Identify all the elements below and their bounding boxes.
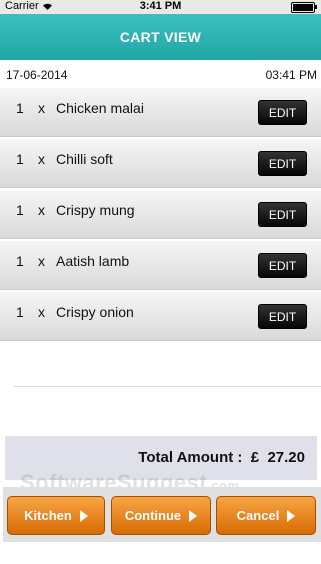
- currency-symbol: £: [250, 449, 260, 466]
- status-bar: Carrier 3:41 PM: [0, 0, 321, 14]
- multiply-sign: x: [38, 253, 45, 269]
- status-time: 3:41 PM: [139, 0, 182, 12]
- total-label: Total Amount :: [138, 449, 243, 466]
- edit-button[interactable]: EDIT: [258, 202, 307, 227]
- edit-button[interactable]: EDIT: [258, 253, 307, 278]
- item-quantity: 1: [16, 202, 24, 218]
- cart-item-row: 1 x Chilli soft EDIT: [0, 139, 321, 188]
- arrow-right-icon: [287, 509, 296, 522]
- action-button-bar: Kitchen Continue Cancel: [3, 487, 321, 542]
- multiply-sign: x: [38, 304, 45, 320]
- edit-button[interactable]: EDIT: [258, 151, 307, 176]
- order-time: 03:41 PM: [265, 68, 317, 82]
- kitchen-button[interactable]: Kitchen: [7, 496, 105, 535]
- page-title: CART VIEW: [119, 29, 202, 45]
- edit-button[interactable]: EDIT: [258, 304, 307, 329]
- cart-item-row: 1 x Crispy mung EDIT: [0, 190, 321, 239]
- item-name: Chilli soft: [56, 151, 113, 167]
- cart-item-row: 1 x Crispy onion EDIT: [0, 292, 321, 341]
- arrow-right-icon: [79, 509, 88, 522]
- cancel-button[interactable]: Cancel: [216, 496, 316, 535]
- item-name: Crispy onion: [56, 304, 134, 320]
- cart-item-row: 1 x Chicken malai EDIT: [0, 88, 321, 137]
- divider: [14, 386, 321, 387]
- arrow-right-icon: [189, 509, 198, 522]
- cancel-button-label: Cancel: [236, 508, 280, 523]
- cart-item-row: 1 x Aatish lamb EDIT: [0, 241, 321, 290]
- order-date: 17-06-2014: [6, 68, 68, 82]
- kitchen-button-label: Kitchen: [24, 508, 72, 523]
- item-quantity: 1: [16, 151, 24, 167]
- item-name: Chicken malai: [56, 100, 144, 116]
- item-quantity: 1: [16, 304, 24, 320]
- multiply-sign: x: [38, 100, 45, 116]
- continue-button[interactable]: Continue: [111, 496, 211, 535]
- item-quantity: 1: [16, 253, 24, 269]
- edit-button[interactable]: EDIT: [258, 100, 307, 125]
- item-name: Aatish lamb: [56, 253, 130, 269]
- continue-button-label: Continue: [124, 508, 182, 523]
- cart-item-list: 1 x Chicken malai EDIT 1 x Chilli soft E…: [0, 88, 321, 343]
- multiply-sign: x: [38, 151, 45, 167]
- total-value: 27.20: [267, 449, 305, 466]
- battery-icon: [291, 2, 317, 13]
- item-quantity: 1: [16, 100, 24, 116]
- multiply-sign: x: [38, 202, 45, 218]
- total-amount: Total Amount : £ 27.20: [138, 449, 305, 466]
- item-name: Crispy mung: [56, 202, 135, 218]
- navigation-bar: CART VIEW: [0, 14, 321, 60]
